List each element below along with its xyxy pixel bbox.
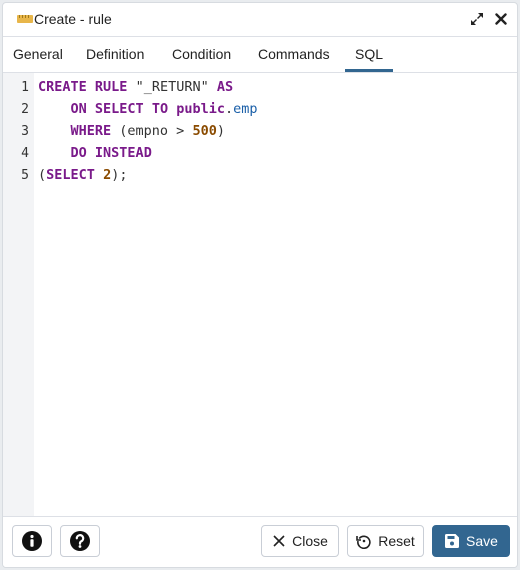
code-line: DO INSTEAD [70, 145, 152, 161]
tab-definition[interactable]: Definition [86, 37, 144, 71]
info-button[interactable] [12, 525, 52, 557]
save-button-label: Save [466, 533, 498, 549]
help-button[interactable] [60, 525, 100, 557]
code-line: (SELECT 2); [38, 167, 128, 183]
dialog-footer: Close Reset Save [3, 516, 517, 567]
sql-editor[interactable]: 1 2 3 4 5 CREATE RULE "_RETURN" AS ON SE… [3, 73, 517, 517]
reset-icon [356, 535, 371, 549]
tab-commands[interactable]: Commands [258, 37, 330, 71]
tab-general[interactable]: General [13, 37, 63, 71]
tab-bar: General Definition Condition Commands SQ… [3, 37, 517, 73]
line-number: 3 [21, 124, 29, 139]
save-button[interactable]: Save [432, 525, 510, 557]
line-number: 5 [21, 168, 29, 183]
line-number-gutter: 1 2 3 4 5 [3, 73, 34, 517]
close-icon[interactable] [491, 9, 511, 29]
close-button-label: Close [292, 533, 328, 549]
line-number: 2 [21, 102, 29, 117]
help-icon [70, 531, 90, 551]
rule-icon [17, 15, 33, 23]
reset-button[interactable]: Reset [347, 525, 424, 557]
create-rule-dialog: Create - rule General Definition Conditi… [2, 2, 518, 568]
code-line: WHERE (empno > 500) [70, 123, 225, 139]
tab-sql[interactable]: SQL [344, 37, 394, 72]
reset-button-label: Reset [378, 533, 415, 549]
dialog-title: Create - rule [34, 11, 112, 27]
line-number: 4 [21, 146, 29, 161]
dialog-titlebar[interactable]: Create - rule [3, 3, 517, 37]
code-line: CREATE RULE "_RETURN" AS [38, 79, 234, 95]
tab-condition[interactable]: Condition [172, 37, 231, 71]
close-x-icon [273, 535, 285, 547]
save-icon [445, 534, 460, 548]
line-number: 1 [21, 80, 29, 95]
close-button[interactable]: Close [261, 525, 339, 557]
info-icon [22, 531, 42, 551]
code-line: ON SELECT TO public.emp [70, 101, 258, 117]
expand-icon[interactable] [467, 9, 487, 29]
